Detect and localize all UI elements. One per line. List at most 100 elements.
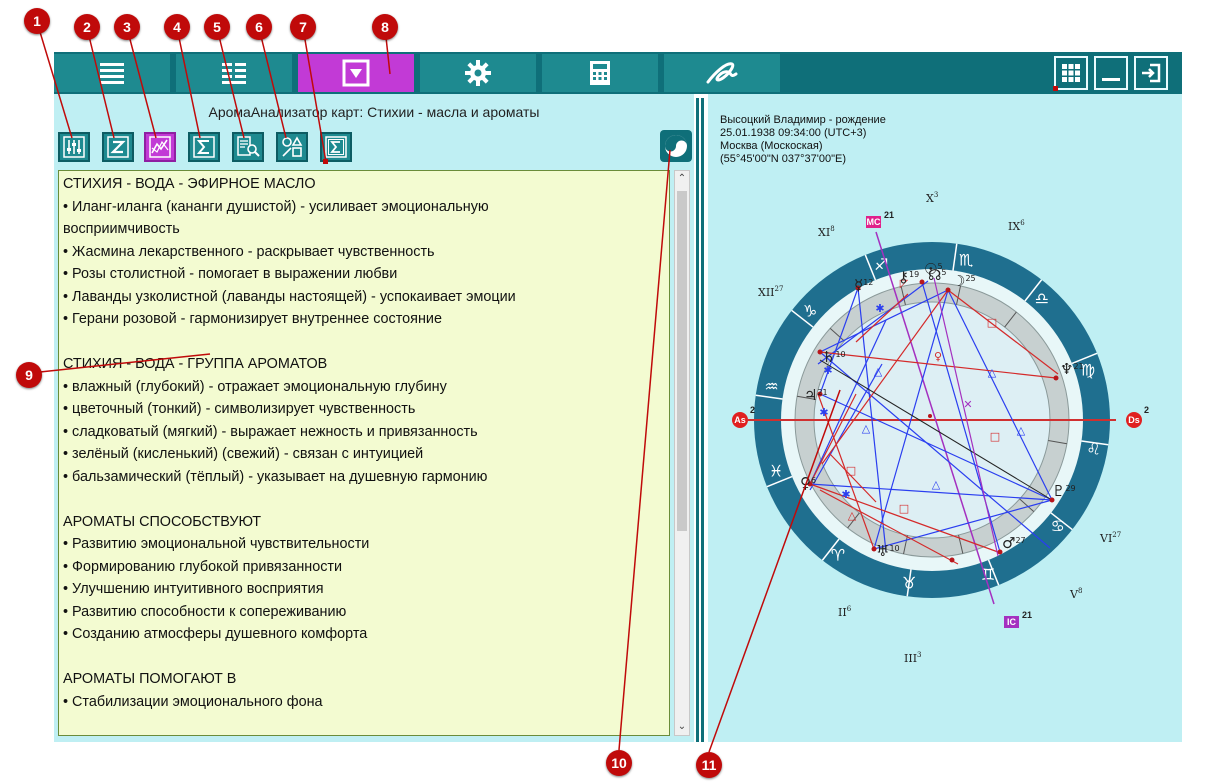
sigma-button[interactable] — [188, 132, 220, 162]
svg-text:△: △ — [1017, 424, 1026, 437]
text-line: • Развитию способности к сопереживанию — [63, 603, 347, 620]
gear-icon — [465, 60, 491, 86]
panel-splitter[interactable] — [696, 98, 704, 742]
callout-marker-8: 8 — [372, 14, 398, 40]
zodiac-sign-glyph: ♎ — [1035, 289, 1049, 308]
minimize-button[interactable] — [1094, 56, 1128, 90]
house-label: II6 — [838, 605, 852, 619]
callout-marker-3: 3 — [114, 14, 140, 40]
tab-settings-button[interactable] — [420, 54, 538, 92]
svg-text:21: 21 — [1022, 610, 1032, 620]
chart-lines-button[interactable] — [144, 132, 176, 162]
sigma-icon — [193, 136, 215, 158]
text-line — [63, 331, 665, 354]
house-label: III3 — [904, 651, 922, 665]
person-name: Высоцкий Владимир - рождение — [720, 114, 886, 126]
text-line: • зелёный (кисленький) (свежий) - связан… — [63, 446, 424, 462]
settings-sliders-button[interactable] — [58, 132, 90, 162]
scroll-down-arrow-icon[interactable]: ⌄ — [675, 719, 689, 735]
svg-text:△: △ — [932, 478, 941, 491]
signature-icon — [706, 62, 738, 84]
tab-checklist-button[interactable] — [176, 54, 294, 92]
sigma-box-button[interactable] — [320, 132, 352, 162]
document-search-icon — [237, 136, 260, 157]
svg-text:△: △ — [874, 365, 883, 378]
text-line: • цветочный (тонкий) - символизирует чув… — [63, 401, 416, 417]
zodiac-sign-glyph: ♈ — [831, 545, 845, 564]
z-button[interactable] — [102, 132, 134, 162]
zodiac-sign-glyph: ♑ — [803, 301, 817, 320]
text-line: • Стабилизации эмоционального фона — [63, 693, 323, 710]
tab-signature-button[interactable] — [664, 54, 782, 92]
text-line: • Лаванды узколистной (лаванды настоящей… — [63, 288, 516, 305]
text-line: • Герани розовой - гармонизирует внутрен… — [63, 311, 442, 327]
shapes-icon — [282, 136, 303, 157]
z-icon — [107, 136, 129, 158]
svg-text:□: □ — [846, 464, 856, 477]
text-line: • Развитию эмоциональной чувствительност… — [63, 536, 370, 552]
sigma-box-icon — [325, 136, 347, 158]
svg-text:□: □ — [899, 502, 909, 515]
zodiac-sign-glyph: ♒ — [764, 377, 778, 396]
svg-text:♀: ♀ — [934, 350, 942, 363]
svg-text:IC: IC — [1007, 617, 1017, 627]
text-line: АРОМАТЫ СПОСОБСТВУЮТ — [63, 513, 262, 530]
text-line: • сладковатый (мягкий) - выражает нежнос… — [63, 423, 478, 440]
checklist-icon — [222, 63, 246, 84]
settings-sliders-icon — [63, 136, 85, 158]
scroll-up-arrow-icon[interactable]: ⌃ — [675, 171, 689, 187]
svg-text:△: △ — [848, 509, 857, 522]
zodiac-sign-glyph: ♉ — [902, 573, 916, 592]
svg-text:2: 2 — [750, 405, 755, 415]
zodiac-sign-glyph: ♋ — [1050, 516, 1064, 535]
svg-text:✱: ✱ — [841, 488, 850, 501]
text-line: • Формированию глубокой привязанности — [63, 558, 343, 575]
svg-text:✱: ✱ — [875, 302, 884, 315]
callout-marker-10: 10 — [606, 750, 632, 776]
svg-text:As: As — [734, 415, 746, 425]
natal-chart-wheel[interactable]: ♈♉♊♋♌♍♎♏♐♑♒♓ XI8X3IX6XII27VI27V8II6III3 — [708, 164, 1182, 724]
text-line: • Иланг-иланга (кананги душистой) - усил… — [63, 198, 489, 215]
svg-text:□: □ — [987, 316, 997, 329]
house-label: XII27 — [758, 285, 783, 299]
callout-marker-1: 1 — [24, 8, 50, 34]
svg-text:2: 2 — [1144, 405, 1149, 415]
svg-text:△: △ — [988, 366, 997, 379]
text-line: восприимчивость — [63, 221, 180, 237]
text-line: АРОМАТЫ ПОМОГАЮТ В — [63, 671, 237, 687]
minimize-icon — [1102, 78, 1120, 81]
grid-menu-button[interactable] — [1054, 56, 1088, 90]
text-scrollbar[interactable]: ⌃ ⌄ — [674, 170, 690, 736]
svg-text:△: △ — [862, 422, 871, 435]
scroll-thumb[interactable] — [677, 191, 687, 531]
tab-calculator-button[interactable] — [542, 54, 660, 92]
list-icon — [100, 63, 124, 84]
text-line: СТИХИЯ - ВОДА - ГРУППА АРОМАТОВ — [63, 356, 328, 372]
tab-list-button[interactable] — [54, 54, 172, 92]
exit-button[interactable] — [1134, 56, 1168, 90]
svg-text:MC: MC — [867, 217, 881, 227]
callout-marker-6: 6 — [246, 14, 272, 40]
tab-dropdown-button[interactable] — [298, 54, 416, 92]
text-line: • Жасмина лекарственного - раскрывает чу… — [63, 243, 435, 260]
house-label: XI8 — [818, 225, 835, 239]
svg-text:Ds: Ds — [1128, 415, 1140, 425]
analyzer-title: АромаАнализатор карт: Стихии - масла и а… — [208, 104, 540, 120]
chart-lines-icon — [149, 136, 171, 158]
text-line: • Улучшению интуитивного восприятия — [63, 581, 324, 597]
aroma-text-area[interactable]: СТИХИЯ - ВОДА - ЭФИРНОЕ МАСЛО • Иланг-ила… — [58, 170, 670, 736]
chart-person-info: Высоцкий Владимир - рождение 25.01.1938 … — [720, 114, 886, 166]
house-label: V8 — [1069, 587, 1082, 601]
callout-marker-11: 11 — [696, 752, 722, 778]
callout-marker-7: 7 — [290, 14, 316, 40]
callout-marker-4: 4 — [164, 14, 190, 40]
callout-marker-2: 2 — [74, 14, 100, 40]
yin-yang-button[interactable] — [660, 130, 692, 162]
text-line: • бальзамический (тёплый) - указывает на… — [63, 468, 488, 485]
text-line — [63, 488, 665, 511]
grid-icon — [1062, 64, 1080, 82]
natal-chart-panel: Высоцкий Владимир - рождение 25.01.1938 … — [708, 94, 1182, 742]
text-line — [63, 646, 665, 669]
document-search-button[interactable] — [232, 132, 264, 162]
shapes-button[interactable] — [276, 132, 308, 162]
